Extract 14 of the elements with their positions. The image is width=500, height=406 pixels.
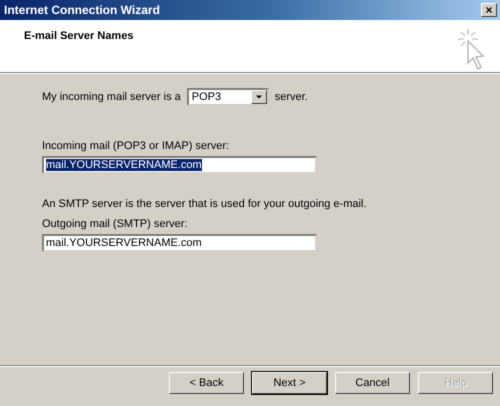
wizard-button[interactable]: Next > (252, 372, 327, 394)
input-field[interactable]: mail.YOURSERVERNAME.com (42, 156, 317, 174)
smtp-note: An SMTP server is the server that is used for your outgoing e-mail. (42, 198, 366, 210)
wizard-button[interactable]: < Back (169, 372, 244, 394)
field-label: Outgoing mail (SMTP) server: (42, 218, 188, 230)
page-title: E-mail Server Names (24, 30, 134, 42)
server-suffix-label: server. (274, 91, 308, 103)
wizard-button[interactable]: Cancel (335, 372, 410, 394)
server-type-label: My incoming mail server is a (42, 91, 181, 103)
input-field[interactable]: mail.YOURSERVERNAME.com (42, 234, 317, 252)
window-title: Internet Connection Wizard (4, 3, 160, 17)
close-button[interactable]: × (481, 3, 497, 17)
server-type-dropdown[interactable]: POP3 (186, 88, 269, 106)
field-label: Incoming mail (POP3 or IMAP) server: (42, 140, 230, 152)
